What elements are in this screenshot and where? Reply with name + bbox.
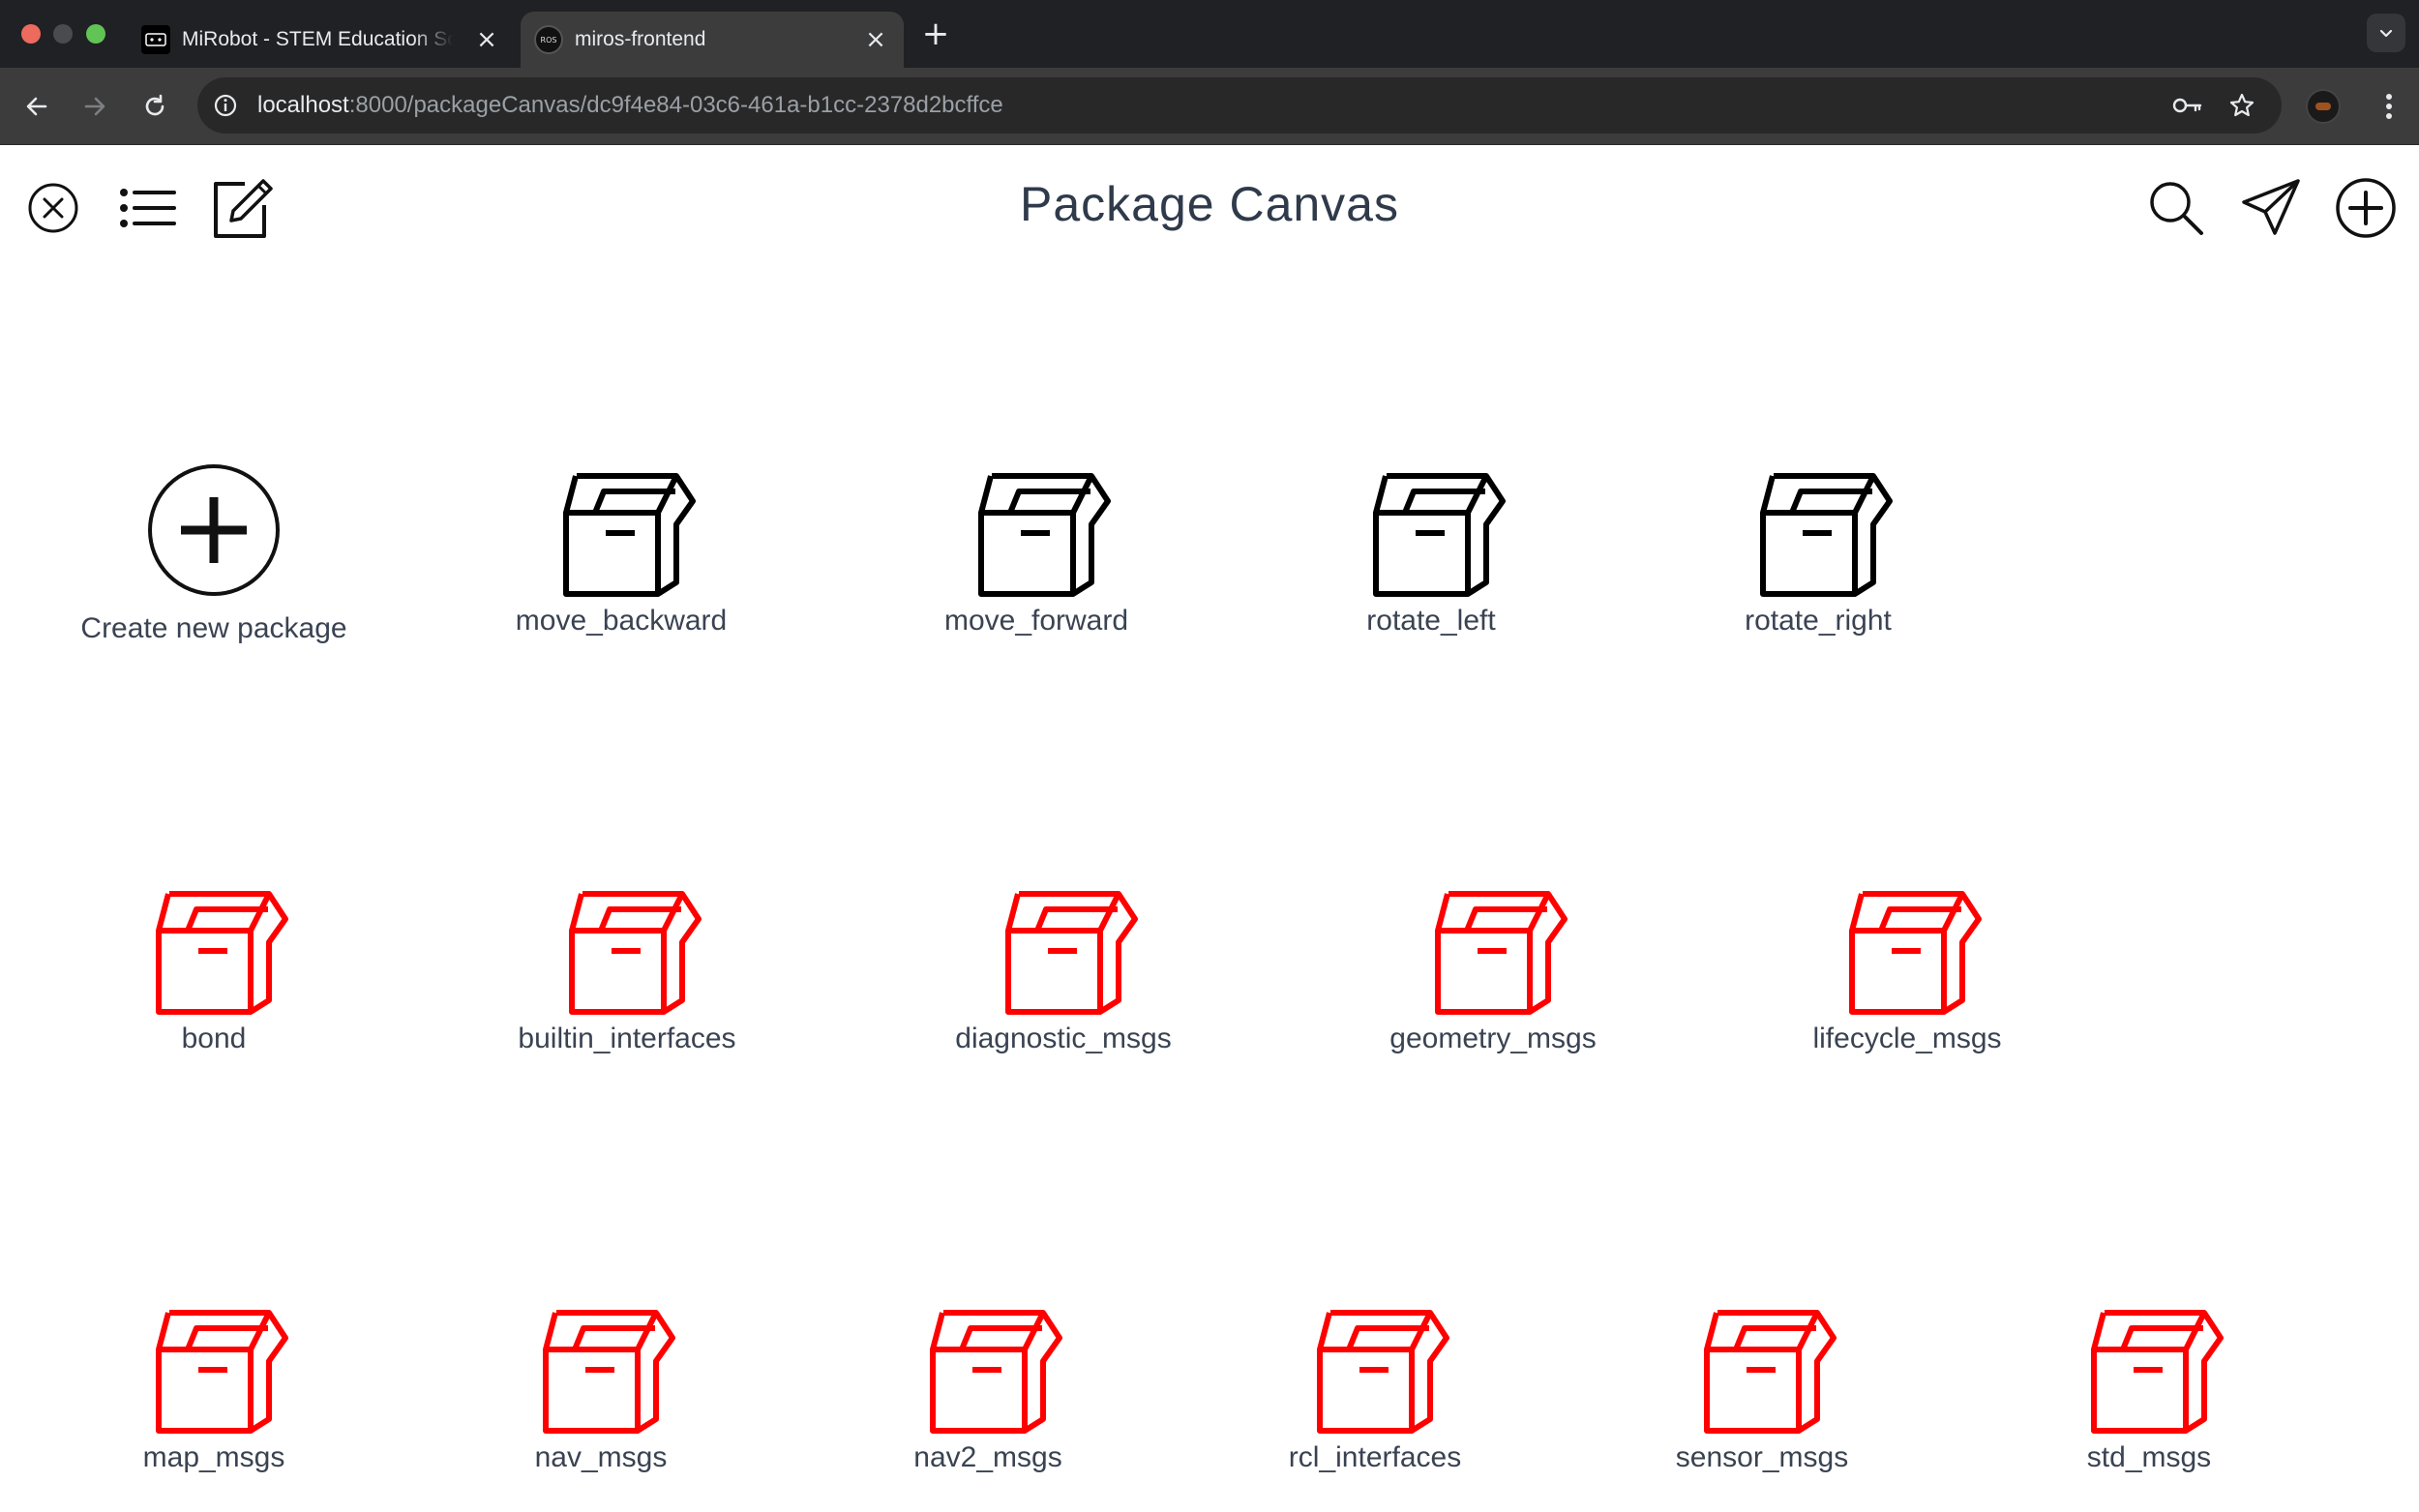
url-host: localhost [257, 92, 349, 118]
package-label: nav_msgs [534, 1441, 668, 1473]
create-package-button[interactable]: Create new package [40, 462, 388, 646]
package-box-icon [930, 1310, 1062, 1434]
package-label: geometry_msgs [1389, 1023, 1597, 1054]
package-box-icon [563, 473, 696, 597]
package-label: sensor_msgs [1675, 1441, 1849, 1473]
package-box-icon [2091, 1310, 2224, 1434]
package-label: diagnostic_msgs [955, 1023, 1172, 1054]
tab-title: miros-frontend [575, 28, 706, 50]
site-info-icon[interactable] [209, 89, 242, 122]
package-label: lifecycle_msgs [1812, 1023, 2002, 1054]
package-tile[interactable]: rcl_interfaces [1201, 1303, 1549, 1475]
package-tile[interactable]: nav_msgs [427, 1303, 775, 1475]
send-icon [2242, 179, 2300, 235]
package-label: rotate_right [1745, 605, 1892, 637]
window-close-button[interactable] [21, 24, 41, 44]
bookmark-star-icon[interactable] [2225, 89, 2258, 122]
package-box-icon [569, 891, 702, 1015]
new-tab-button[interactable]: + [919, 17, 952, 50]
send-button[interactable] [2239, 176, 2303, 240]
plus-circle-icon [148, 464, 280, 596]
package-box-icon [1704, 1310, 1837, 1434]
window-minimize-button[interactable] [53, 24, 73, 44]
package-label: move_backward [515, 605, 728, 637]
reload-icon [145, 94, 164, 116]
package-label: map_msgs [142, 1441, 285, 1473]
package-label: rcl_interfaces [1288, 1441, 1462, 1473]
package-box-icon [156, 891, 288, 1015]
package-tile[interactable]: builtin_interfaces [453, 884, 801, 1056]
package-box-icon [156, 1310, 288, 1434]
window-zoom-button[interactable] [86, 24, 105, 44]
package-tile[interactable]: rotate_left [1257, 466, 1605, 638]
forward-button[interactable] [74, 85, 116, 128]
package-box-icon [1849, 891, 1982, 1015]
profile-avatar[interactable] [2306, 89, 2341, 124]
tab-title: MiRobot - STEM Education Solutions [182, 28, 453, 50]
tab-close-icon[interactable]: × [472, 25, 501, 54]
browser-tab-bar: MiRobot - STEM Education Solutions × ROS… [0, 0, 2419, 68]
url-text[interactable]: localhost:8000/packageCanvas/dc9f4e84-03… [257, 77, 1003, 133]
add-circle-icon [2336, 178, 2396, 238]
package-box-icon [1005, 891, 1138, 1015]
package-tile[interactable]: move_forward [862, 466, 1210, 638]
ros-favicon-icon: ROS [534, 25, 563, 54]
url-path: :8000/packageCanvas/dc9f4e84-03c6-461a-b… [348, 92, 1003, 118]
back-button[interactable] [15, 85, 58, 128]
package-tile[interactable]: diagnostic_msgs [889, 884, 1238, 1056]
package-box-icon [1760, 473, 1893, 597]
package-label: rotate_left [1366, 605, 1496, 637]
reload-button[interactable] [134, 85, 176, 128]
more-vertical-icon [2386, 94, 2392, 119]
package-tile[interactable]: move_backward [447, 466, 795, 638]
password-key-icon[interactable] [2171, 89, 2204, 122]
page-title: Package Canvas [1019, 177, 1399, 231]
package-tile[interactable]: lifecycle_msgs [1733, 884, 2081, 1056]
package-label: nav2_msgs [913, 1441, 1062, 1473]
package-label: builtin_interfaces [518, 1023, 736, 1054]
mirobot-favicon-icon [141, 25, 170, 54]
package-tile[interactable]: std_msgs [1975, 1303, 2323, 1475]
browser-menu-button[interactable] [2368, 85, 2410, 128]
package-label: bond [181, 1023, 247, 1054]
package-box-icon [543, 1310, 675, 1434]
package-label: std_msgs [2086, 1441, 2212, 1473]
package-tile[interactable]: sensor_msgs [1588, 1303, 1936, 1475]
address-bar[interactable]: localhost:8000/packageCanvas/dc9f4e84-03… [197, 77, 2282, 133]
app-header: Package Canvas [0, 145, 2419, 271]
search-icon [2150, 182, 2203, 235]
package-box-icon [1317, 1310, 1449, 1434]
package-box-icon [1373, 473, 1506, 597]
package-box-icon [1435, 891, 1568, 1015]
add-button[interactable] [2334, 176, 2398, 240]
package-tile[interactable]: rotate_right [1644, 466, 1992, 638]
search-button[interactable] [2146, 178, 2206, 238]
browser-tab-miros-frontend[interactable]: ROS miros-frontend × [521, 12, 904, 68]
package-label: move_forward [943, 605, 1129, 637]
package-tile[interactable]: nav2_msgs [814, 1303, 1162, 1475]
chevron-down-icon [2379, 29, 2393, 38]
browser-tab-mirobot[interactable]: MiRobot - STEM Education Solutions × [128, 12, 515, 68]
package-tile[interactable]: map_msgs [40, 1303, 388, 1475]
tab-search-button[interactable] [2367, 14, 2405, 52]
create-package-label: Create new package [80, 612, 347, 644]
package-tile[interactable]: geometry_msgs [1319, 884, 1667, 1056]
package-tile[interactable]: bond [40, 884, 388, 1056]
arrow-right-icon [84, 97, 105, 116]
tab-close-icon[interactable]: × [861, 25, 890, 54]
arrow-left-icon [26, 97, 47, 116]
package-box-icon [978, 473, 1111, 597]
browser-toolbar: localhost:8000/packageCanvas/dc9f4e84-03… [0, 68, 2419, 145]
